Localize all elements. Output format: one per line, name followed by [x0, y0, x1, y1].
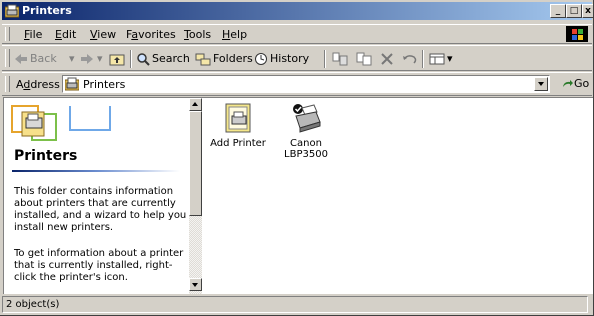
search-button[interactable]: Search	[136, 50, 190, 68]
info-pane-scrollbar[interactable]	[189, 98, 202, 294]
menu-favorites[interactable]: Favorites	[126, 28, 176, 41]
addressbar-grip[interactable]	[5, 76, 10, 92]
address-bar: Address Printers Go	[2, 72, 592, 96]
history-button[interactable]: History	[254, 50, 309, 68]
address-label: Address	[16, 78, 60, 91]
status-text: 2 object(s)	[6, 299, 60, 310]
file-view: Add Printer Canon LBP3500	[202, 98, 593, 294]
search-icon	[137, 53, 150, 66]
add-printer-icon	[225, 103, 251, 133]
scroll-thumb[interactable]	[189, 111, 202, 216]
undo-icon	[403, 55, 417, 64]
copy-to-button[interactable]	[356, 50, 374, 68]
delete-icon	[381, 53, 393, 65]
copy-to-icon	[356, 52, 372, 66]
pane-description: This folder contains information about p…	[14, 186, 187, 233]
forward-arrow-icon	[81, 54, 93, 64]
minimize-button[interactable]: _	[550, 4, 566, 18]
file-label: Add Printer	[210, 138, 266, 149]
menu-edit[interactable]: Edit	[55, 28, 76, 41]
file-label: Canon LBP3500	[284, 138, 328, 160]
file-item-canon-printer[interactable]: Canon LBP3500	[274, 102, 338, 160]
views-button[interactable]: ▾	[429, 50, 453, 68]
address-dropdown-button[interactable]	[534, 77, 548, 91]
go-button[interactable]: Go	[562, 77, 589, 90]
back-arrow-icon	[15, 54, 27, 64]
views-icon	[429, 53, 445, 65]
history-icon	[255, 53, 267, 65]
up-button[interactable]	[109, 50, 127, 68]
back-dropdown[interactable]: ▾	[69, 50, 75, 68]
explorer-window: Printers _ □ x File Edit View Favorites …	[0, 0, 594, 316]
menu-bar: File Edit View Favorites Tools Help	[2, 24, 592, 44]
folders-icon	[195, 53, 211, 66]
toolbar-separator	[130, 50, 132, 68]
move-to-button[interactable]	[332, 50, 350, 68]
menu-help[interactable]: Help	[222, 28, 247, 41]
toolbar-grip[interactable]	[5, 49, 10, 67]
printers-banner-icon	[11, 105, 111, 141]
window-title: Printers	[22, 4, 72, 17]
menu-file[interactable]: File	[24, 28, 42, 41]
go-arrow-icon	[563, 80, 573, 87]
history-label: History	[270, 52, 310, 65]
pane-divider	[12, 170, 180, 172]
forward-dropdown[interactable]: ▾	[97, 50, 103, 68]
printers-folder-icon	[65, 77, 79, 91]
info-pane: Printers This folder contains informatio…	[4, 98, 189, 294]
close-button[interactable]: x	[582, 4, 593, 18]
go-label: Go	[574, 77, 590, 90]
search-label: Search	[152, 52, 190, 65]
maximize-button[interactable]: □	[566, 4, 582, 18]
pane-help-text: To get information about a printer that …	[14, 248, 184, 283]
status-bar: 2 object(s)	[2, 296, 592, 314]
move-to-icon	[332, 52, 348, 66]
scroll-up-button[interactable]	[189, 98, 202, 111]
title-bar[interactable]: Printers _ □ x	[2, 2, 593, 20]
windows-logo-icon	[566, 26, 588, 42]
printer-icon	[293, 104, 321, 133]
delete-button[interactable]	[380, 50, 396, 68]
folders-button[interactable]: Folders	[195, 50, 253, 68]
forward-button[interactable]	[80, 50, 96, 68]
pane-title: Printers	[14, 148, 78, 164]
folders-label: Folders	[213, 52, 253, 65]
printers-folder-icon	[5, 4, 19, 18]
back-label: Back	[30, 52, 57, 65]
back-button[interactable]: Back	[14, 50, 57, 68]
undo-button[interactable]	[402, 50, 420, 68]
menubar-grip[interactable]	[5, 27, 10, 41]
menu-tools[interactable]: Tools	[184, 28, 211, 41]
standard-toolbar: Back ▾ ▾ Search Folders History ▾	[2, 45, 592, 71]
address-value: Printers	[83, 78, 126, 91]
content-area: Printers This folder contains informatio…	[3, 97, 593, 294]
up-folder-icon	[109, 54, 125, 66]
address-input[interactable]: Printers	[62, 75, 550, 93]
menu-view[interactable]: View	[90, 28, 116, 41]
status-pane: 2 object(s)	[2, 296, 588, 313]
toolbar-separator	[324, 50, 326, 68]
scroll-down-button[interactable]	[189, 278, 202, 291]
file-item-add-printer[interactable]: Add Printer	[206, 102, 270, 149]
toolbar-separator	[422, 50, 424, 68]
